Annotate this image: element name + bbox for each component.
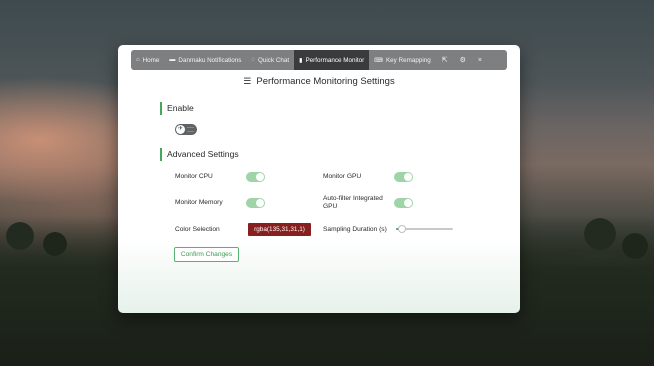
switch-knob [256,173,264,181]
color-picker-button[interactable]: rgba(135,31,31,1) [248,223,311,236]
tab-danmaku-notifications[interactable]: ▬ Danmaku Notifications [164,50,246,70]
close-button[interactable]: × [472,50,488,70]
chat-icon: ◌ [251,57,255,63]
auto-filter-gpu-label: Auto-filter Integrated GPU [323,195,383,210]
tab-danmaku-label: Danmaku Notifications [178,56,242,64]
tab-key-remapping[interactable]: ⌨ Key Remapping [369,50,435,70]
tab-home[interactable]: ⌂ Home [131,50,164,70]
auto-filter-gpu-switch[interactable] [394,198,413,208]
keyboard-icon: ⌨ [374,57,383,64]
sliders-icon: ☰ [243,76,252,86]
settings-window: ⌂ Home ▬ Danmaku Notifications ◌ Quick C… [118,45,520,313]
message-icon: ▬ [169,57,176,63]
monitor-gpu-label: Monitor GPU [323,173,362,180]
sampling-duration-slider[interactable] [396,225,453,233]
sampling-duration-label: Sampling Duration (s) [323,226,387,233]
tab-bar: ⌂ Home ▬ Danmaku Notifications ◌ Quick C… [131,50,507,70]
pin-button[interactable]: ⇱ [436,50,454,70]
monitor-cpu-label: Monitor CPU [175,173,213,180]
close-icon: × [477,56,482,64]
home-icon: ⌂ [136,57,140,63]
slider-thumb[interactable] [397,225,406,233]
monitor-gpu-switch[interactable] [394,172,413,182]
advanced-settings-heading: Advanced Settings [160,148,239,161]
toggle-stripes [187,127,194,132]
tab-home-label: Home [142,56,160,64]
power-icon: ✈ [176,125,185,134]
pin-icon: ⇱ [441,57,448,64]
page-title: ☰ Performance Monitoring Settings [118,76,520,87]
enable-heading: Enable [160,102,194,115]
monitor-cpu-switch[interactable] [246,172,265,182]
confirm-changes-button[interactable]: Confirm Changes [174,247,239,262]
tab-performance-monitor-label: Performance Monitor [305,56,365,64]
switch-knob [404,173,412,181]
tab-key-remapping-label: Key Remapping [385,56,431,64]
tab-quick-chat-label: Quick Chat [258,56,290,64]
gear-icon: ⚙ [459,57,466,64]
enable-toggle[interactable]: ✈ [175,124,197,135]
color-selection-label: Color Selection [175,226,220,233]
tab-performance-monitor[interactable]: ▮ Performance Monitor [294,50,370,70]
switch-knob [256,199,264,207]
monitor-memory-switch[interactable] [246,198,265,208]
switch-knob [404,199,412,207]
page-title-text: Performance Monitoring Settings [256,76,395,87]
monitor-memory-label: Monitor Memory [175,199,223,206]
settings-button[interactable]: ⚙ [454,50,472,70]
tab-quick-chat[interactable]: ◌ Quick Chat [246,50,294,70]
thermometer-icon: ▮ [299,57,303,64]
